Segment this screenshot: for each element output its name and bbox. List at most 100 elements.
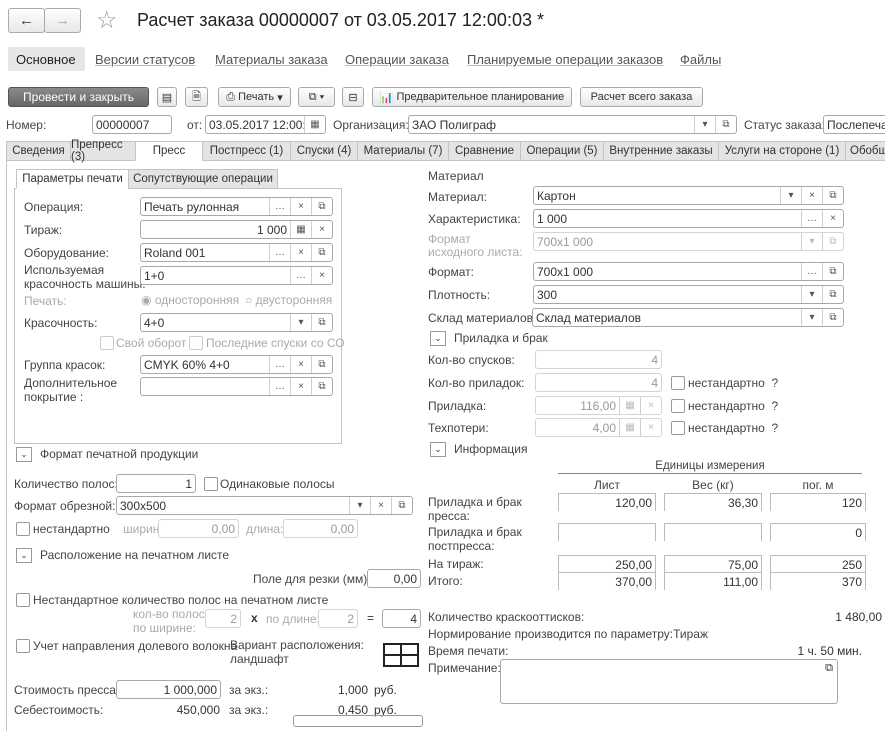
clear-icon[interactable]: ×: [290, 244, 311, 261]
dropdown-icon[interactable]: ▾: [694, 116, 715, 133]
tab-operations[interactable]: Операции (5): [520, 141, 604, 161]
open-icon[interactable]: ⧉: [822, 286, 843, 303]
dropdown-icon[interactable]: ▾: [290, 314, 311, 331]
collapse-format-icon[interactable]: ⌄: [16, 447, 32, 462]
calendar-icon[interactable]: ▦: [304, 116, 325, 133]
by-width-field[interactable]: 2: [205, 609, 241, 628]
date-field[interactable]: 03.05.2017 12:00:0 ▦: [205, 115, 326, 134]
dropdown-icon[interactable]: ▾: [801, 309, 822, 326]
open-icon[interactable]: ⧉: [311, 356, 332, 373]
radio-one-sided[interactable]: ◉ односторонняя: [141, 293, 239, 307]
density-field[interactable]: 300 ▾ ⧉: [533, 285, 844, 304]
save-button[interactable]: ▤: [157, 87, 177, 107]
clear-icon[interactable]: ×: [822, 210, 843, 227]
grain-checkbox[interactable]: [16, 639, 30, 653]
open-icon[interactable]: ⧉: [311, 378, 332, 395]
machine-colors-field[interactable]: 1+0 … ×: [140, 266, 333, 285]
nav-order-materials[interactable]: Материалы заказа: [215, 52, 328, 67]
clear-icon[interactable]: ×: [311, 267, 332, 284]
planning-button[interactable]: 📊 Предварительное планирование: [372, 87, 572, 107]
waste-field[interactable]: 4,00 ▦ ×: [535, 418, 662, 437]
open-icon[interactable]: ⧉: [822, 263, 843, 280]
calculator-icon[interactable]: ▦: [619, 419, 640, 436]
select-icon[interactable]: …: [801, 263, 822, 280]
tab-summary[interactable]: Обобщ: [845, 141, 885, 161]
print-button[interactable]: ⎙ Печать ▾: [218, 87, 291, 107]
equipment-field[interactable]: Roland 001 … × ⧉: [140, 243, 333, 262]
pages-field[interactable]: 1: [116, 474, 196, 493]
select-icon[interactable]: …: [269, 244, 290, 261]
impositions-field[interactable]: 4: [535, 350, 662, 369]
last-co-checkbox[interactable]: [189, 336, 203, 350]
clear-icon[interactable]: ×: [801, 187, 822, 204]
open-icon[interactable]: ⧉: [715, 116, 736, 133]
open-icon[interactable]: ⧉: [822, 233, 843, 250]
help-icon[interactable]: ?: [772, 421, 779, 435]
calculator-icon[interactable]: ▦: [619, 397, 640, 414]
calculator-icon[interactable]: ▦: [290, 221, 311, 238]
structure-button[interactable]: ⊟: [342, 87, 364, 107]
post-and-close-button[interactable]: Провести и закрыть: [8, 87, 149, 107]
format-field[interactable]: 700x1 000 … ⧉: [533, 262, 844, 281]
tab-impositions[interactable]: Спуски (4): [290, 141, 358, 161]
open-icon[interactable]: ⧉: [311, 314, 332, 331]
clear-icon[interactable]: ×: [311, 221, 332, 238]
collapse-layout-icon[interactable]: ⌄: [16, 548, 32, 563]
dropdown-icon[interactable]: ▾: [780, 187, 801, 204]
collapse-info-icon[interactable]: ⌄: [430, 442, 446, 457]
coating-field[interactable]: … × ⧉: [140, 377, 333, 396]
own-turn-checkbox[interactable]: [100, 336, 114, 350]
total-pages-field[interactable]: 4: [382, 609, 421, 628]
help-icon[interactable]: ?: [772, 399, 779, 413]
nonstd-count-checkbox[interactable]: [16, 593, 30, 607]
star-icon[interactable]: ☆: [96, 6, 118, 35]
collapse-makeready-icon[interactable]: ⌄: [430, 331, 446, 346]
org-field[interactable]: ЗАО Полиграф ▾ ⧉: [408, 115, 737, 134]
nonstd-format-checkbox[interactable]: [16, 522, 30, 536]
subtab-print-params[interactable]: Параметры печати: [16, 169, 129, 189]
open-icon[interactable]: ⧉: [311, 198, 332, 215]
open-icon[interactable]: ⧉: [391, 497, 412, 514]
warehouse-field[interactable]: Склад материалов ▾ ⧉: [532, 308, 844, 327]
src-format-field[interactable]: 700x1 000 ▾ ⧉: [533, 232, 844, 251]
radio-two-sided[interactable]: ○ двусторонняя: [245, 293, 332, 307]
clear-icon[interactable]: ×: [370, 497, 391, 514]
tab-press[interactable]: Пресс: [135, 141, 203, 161]
cut-field[interactable]: 0,00: [367, 569, 421, 588]
colors-field[interactable]: 4+0 ▾ ⧉: [140, 313, 333, 332]
nav-files[interactable]: Файлы: [680, 52, 721, 67]
status-field[interactable]: Послепечат: [823, 115, 885, 134]
nonstd-makeready-checkbox[interactable]: [671, 399, 685, 413]
clear-icon[interactable]: ×: [640, 397, 661, 414]
clear-icon[interactable]: ×: [290, 198, 311, 215]
calc-all-button[interactable]: Расчет всего заказа: [580, 87, 703, 107]
select-icon[interactable]: …: [269, 198, 290, 215]
ink-group-field[interactable]: CMYK 60% 4+0 … × ⧉: [140, 355, 333, 374]
nav-status-versions[interactable]: Версии статусов: [95, 52, 195, 67]
post-button[interactable]: 🗎: [185, 87, 208, 107]
tab-comparison[interactable]: Сравнение: [448, 141, 521, 161]
length-field[interactable]: 0,00: [283, 519, 358, 538]
open-icon[interactable]: ⧉: [822, 309, 843, 326]
tab-materials[interactable]: Материалы (7): [357, 141, 449, 161]
dropdown-icon[interactable]: ▾: [801, 233, 822, 250]
char-field[interactable]: 1 000 … ×: [533, 209, 844, 228]
grid-layout-icon[interactable]: [383, 643, 419, 667]
dropdown-icon[interactable]: ▾: [801, 286, 822, 303]
number-field[interactable]: 00000007: [92, 115, 172, 134]
same-pages-checkbox[interactable]: [204, 477, 218, 491]
tab-prepress[interactable]: Препресс (3): [70, 139, 136, 163]
tab-outsourcing[interactable]: Услуги на стороне (1): [718, 141, 846, 161]
subtab-related-ops[interactable]: Сопутствующие операции: [128, 169, 278, 189]
tab-postpress[interactable]: Постпресс (1): [202, 141, 291, 161]
back-button[interactable]: ←: [8, 8, 45, 33]
nav-planned-operations[interactable]: Планируемые операции заказов: [467, 52, 663, 67]
help-icon[interactable]: ?: [772, 376, 779, 390]
forward-button[interactable]: →: [44, 8, 81, 33]
note-textarea[interactable]: ⧉: [500, 659, 838, 704]
trim-field[interactable]: 300x500 ▾ × ⧉: [116, 496, 413, 515]
create-based-button[interactable]: ⧉ ▾: [298, 87, 335, 107]
nav-order-operations[interactable]: Операции заказа: [345, 52, 449, 67]
makeready-field[interactable]: 116,00 ▦ ×: [535, 396, 662, 415]
select-icon[interactable]: …: [801, 210, 822, 227]
